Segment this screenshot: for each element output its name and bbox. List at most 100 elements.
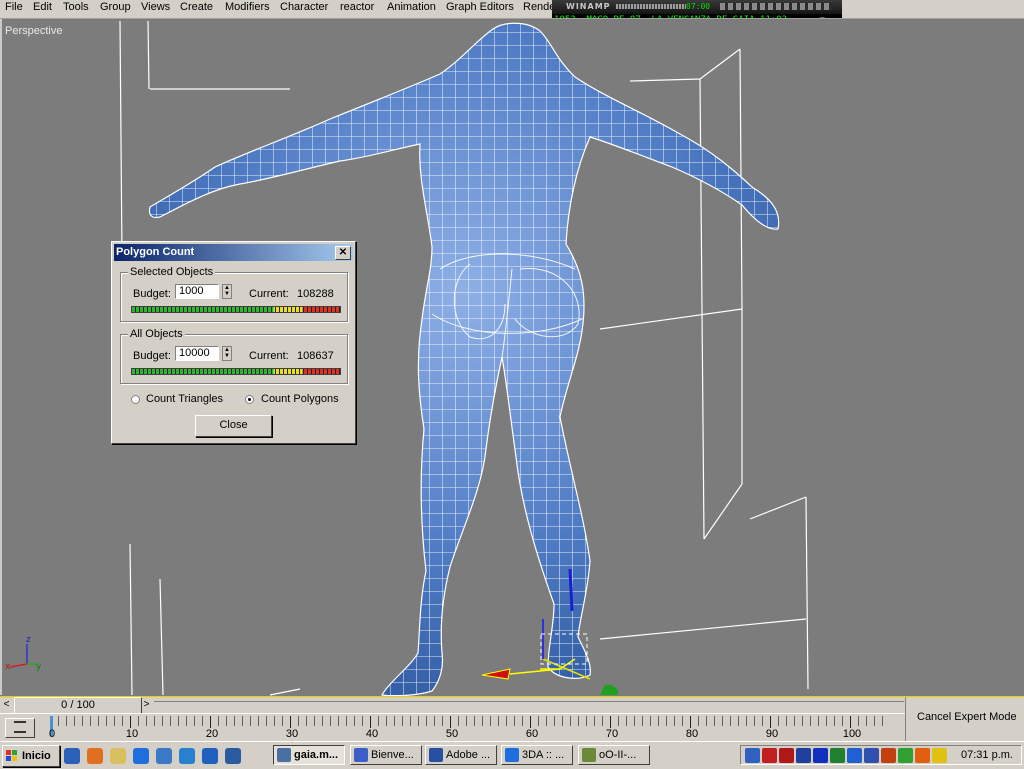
notepad-icon[interactable] bbox=[110, 748, 126, 764]
time-slider-thumb[interactable]: 0 / 100 bbox=[14, 697, 142, 714]
time-slider-next-arrow[interactable]: > bbox=[140, 698, 153, 711]
shield-icon[interactable] bbox=[745, 748, 760, 763]
ruler-label: 80 bbox=[685, 728, 699, 740]
axis-label-z: z bbox=[26, 635, 31, 645]
task-button[interactable]: Adobe ... bbox=[425, 745, 497, 765]
selected-objects-group: Selected Objects Budget: 1000 ▲ ▼ Current… bbox=[120, 266, 348, 322]
task-label: gaia.m... bbox=[294, 749, 339, 761]
messenger-icon bbox=[582, 748, 596, 762]
polygon-count-dialog[interactable]: Polygon Count ✕ Selected Objects Budget:… bbox=[111, 241, 356, 444]
track-bar[interactable]: 0 10 20 30 40 50 60 70 80 90 100 bbox=[0, 713, 905, 742]
budget-label: Budget: bbox=[133, 288, 171, 300]
time-slider[interactable]: < 0 / 100 > bbox=[0, 697, 905, 714]
time-slider-track[interactable] bbox=[154, 701, 904, 710]
winamp-visualizer bbox=[616, 4, 686, 9]
ruler-label: 60 bbox=[525, 728, 539, 740]
mail-icon[interactable] bbox=[864, 748, 879, 763]
count-polygons-label[interactable]: Count Polygons bbox=[261, 393, 339, 405]
menu-reactor[interactable]: reactor bbox=[339, 1, 375, 13]
task-label: 3DA :: ... bbox=[522, 749, 565, 761]
start-button[interactable]: Inicio bbox=[2, 745, 60, 767]
task-label: Bienve... bbox=[371, 749, 414, 761]
menu-file[interactable]: File bbox=[4, 1, 24, 13]
clock[interactable]: 07:31 p.m. bbox=[961, 749, 1013, 761]
3dsmax-icon bbox=[277, 748, 291, 762]
menu-bar: File Edit Tools Group Views Create Modifiers Ch… bbox=[0, 0, 1024, 16]
close-button[interactable]: Close bbox=[195, 415, 272, 437]
task-button[interactable]: gaia.m... bbox=[273, 745, 345, 765]
frame-ruler[interactable] bbox=[50, 716, 890, 728]
menu-edit[interactable]: Edit bbox=[32, 1, 53, 13]
browser-icon[interactable] bbox=[202, 748, 218, 764]
current-label: Current: bbox=[249, 350, 289, 362]
task-label: oO-II-... bbox=[599, 749, 637, 761]
viewport-label[interactable]: Perspective bbox=[5, 25, 62, 37]
taskbar: Inicio gaia.m... Bienve... Adobe ... 3DA ::… bbox=[0, 741, 1024, 769]
ruler-label: 10 bbox=[125, 728, 139, 740]
people-icon[interactable] bbox=[898, 748, 913, 763]
dialog-titlebar[interactable]: Polygon Count ✕ bbox=[114, 244, 353, 261]
ruler-label: 30 bbox=[285, 728, 299, 740]
time-slider-prev-arrow[interactable]: < bbox=[0, 698, 13, 711]
acrobat-icon[interactable] bbox=[779, 748, 794, 763]
count-triangles-radio[interactable] bbox=[131, 395, 140, 404]
winamp-controls[interactable] bbox=[720, 3, 832, 10]
3dsmax-icon[interactable] bbox=[225, 748, 241, 764]
firefox-icon[interactable] bbox=[87, 748, 103, 764]
task-button[interactable]: 3DA :: ... bbox=[501, 745, 573, 765]
menu-animation[interactable]: Animation bbox=[386, 1, 437, 13]
menu-character[interactable]: Character bbox=[279, 1, 329, 13]
winamp-time: 07:00 bbox=[686, 2, 711, 11]
ruler-label: 50 bbox=[445, 728, 459, 740]
group-label-selected: Selected Objects bbox=[128, 266, 216, 278]
count-polygons-radio[interactable] bbox=[245, 395, 254, 404]
show-desktop-icon[interactable] bbox=[156, 748, 172, 764]
adobe-reader-icon[interactable] bbox=[762, 748, 777, 763]
menu-modifiers[interactable]: Modifiers bbox=[224, 1, 271, 13]
ruler-label: 40 bbox=[365, 728, 379, 740]
budget-label: Budget: bbox=[133, 350, 171, 362]
windows-logo-icon bbox=[6, 750, 18, 762]
all-budget-input[interactable]: 10000 bbox=[175, 346, 219, 361]
all-budget-spinner[interactable]: ▲ ▼ bbox=[222, 346, 232, 361]
media-player-icon[interactable] bbox=[64, 748, 80, 764]
menu-views[interactable]: Views bbox=[140, 1, 171, 13]
pen-icon[interactable] bbox=[932, 748, 947, 763]
count-triangles-label[interactable]: Count Triangles bbox=[146, 393, 223, 405]
bluetooth-icon[interactable] bbox=[847, 748, 862, 763]
cancel-expert-mode-area[interactable]: Cancel Expert Mode bbox=[905, 697, 1024, 741]
start-label: Inicio bbox=[22, 750, 51, 762]
menu-create[interactable]: Create bbox=[179, 1, 214, 13]
all-budget-meter bbox=[131, 368, 341, 375]
ruler-label: 20 bbox=[205, 728, 219, 740]
dialog-title: Polygon Count bbox=[116, 246, 195, 258]
perspective-viewport[interactable]: z x y Perspective Polygon Count ✕ Select… bbox=[0, 18, 1024, 698]
group-label-all: All Objects bbox=[128, 328, 185, 340]
selected-budget-input[interactable]: 1000 bbox=[175, 284, 219, 299]
all-current-value: 108637 bbox=[297, 350, 334, 362]
antivirus-icon[interactable] bbox=[881, 748, 896, 763]
network-icon[interactable] bbox=[830, 748, 845, 763]
speaker-icon[interactable] bbox=[796, 748, 811, 763]
task-button[interactable]: Bienve... bbox=[350, 745, 422, 765]
axis-label-y: y bbox=[36, 662, 42, 672]
adobe-icon bbox=[429, 748, 443, 762]
media-play-icon[interactable] bbox=[813, 748, 828, 763]
document-icon bbox=[354, 748, 368, 762]
task-button[interactable]: oO-II-... bbox=[578, 745, 650, 765]
open-mini-curve-editor-icon[interactable] bbox=[5, 718, 35, 738]
ruler-major-ticks bbox=[50, 716, 890, 728]
cancel-expert-mode-button[interactable]: Cancel Expert Mode bbox=[917, 711, 1017, 723]
ie-icon[interactable] bbox=[133, 748, 149, 764]
menu-group[interactable]: Group bbox=[99, 1, 132, 13]
dialog-close-icon[interactable]: ✕ bbox=[335, 246, 351, 260]
winamp-logo: WINAMP bbox=[566, 2, 611, 11]
ruler-label: 0 bbox=[48, 728, 56, 740]
selected-budget-spinner[interactable]: ▲ ▼ bbox=[222, 284, 232, 299]
ie-icon bbox=[505, 748, 519, 762]
axis-label-x: x bbox=[5, 662, 11, 672]
messenger-icon[interactable] bbox=[179, 748, 195, 764]
menu-tools[interactable]: Tools bbox=[62, 1, 90, 13]
security-icon[interactable] bbox=[915, 748, 930, 763]
menu-graph-editors[interactable]: Graph Editors bbox=[445, 1, 515, 13]
